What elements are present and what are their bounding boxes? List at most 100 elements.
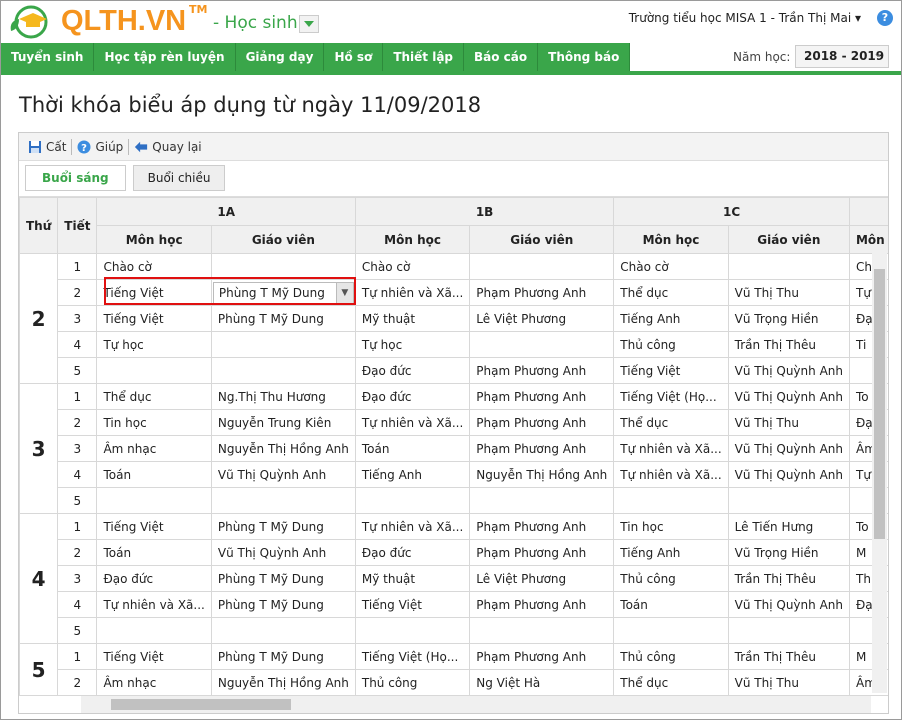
subject-cell[interactable]: Tự học [96, 331, 212, 358]
subject-cell[interactable]: Thể dục [613, 409, 729, 436]
subject-cell[interactable]: Tiếng Việt [96, 643, 212, 670]
teacher-cell[interactable]: Phùng T Mỹ Dung [210, 565, 356, 592]
teacher-cell[interactable]: Phạm Phương Anh [469, 539, 615, 566]
subject-cell[interactable]: Tiếng Việt [96, 279, 212, 306]
teacher-cell[interactable]: Phạm Phương Anh [469, 409, 615, 436]
subject-cell[interactable] [354, 617, 471, 644]
teacher-cell[interactable] [469, 253, 615, 280]
teacher-cell[interactable]: Phạm Phương Anh [469, 643, 615, 670]
subject-cell[interactable]: Tự nhiên và Xã... [96, 591, 212, 618]
subject-cell[interactable]: Thể dục [613, 279, 729, 306]
teacher-cell[interactable]: Phạm Phương Anh [469, 435, 615, 462]
subject-cell[interactable]: Đạo đức [354, 383, 471, 410]
teacher-cell[interactable]: Vũ Thị Quỳnh Anh [727, 435, 850, 462]
subject-cell[interactable]: Tự nhiên và Xã... [354, 279, 471, 306]
teacher-cell[interactable]: Vũ Thị Quỳnh Anh [727, 357, 850, 384]
subject-cell[interactable]: Toán [613, 591, 729, 618]
teacher-cell[interactable]: Nguyễn Thị Hồng Anh [210, 669, 356, 696]
teacher-cell[interactable]: Phạm Phương Anh [469, 513, 615, 540]
teacher-cell[interactable]: Trần Thị Thêu [727, 331, 850, 358]
subject-cell[interactable]: Tin học [613, 513, 729, 540]
subject-cell[interactable]: Thể dục [613, 669, 729, 696]
subject-cell[interactable]: Chào cờ [96, 253, 212, 280]
year-select[interactable]: 2018 - 2019 [795, 43, 889, 68]
subject-cell[interactable]: Tiếng Việt [354, 591, 471, 618]
teacher-cell[interactable]: Vũ Thị Thu [727, 279, 850, 306]
subject-cell[interactable]: Tiếng Anh [354, 461, 471, 488]
teacher-cell[interactable] [727, 617, 850, 644]
school-user-menu[interactable]: Trường tiểu học MISA 1 - Trần Thị Mai ▾ [629, 11, 861, 25]
subject-cell[interactable]: Đạo đức [354, 357, 471, 384]
teacher-cell[interactable]: Phùng T Mỹ Dung [210, 643, 356, 670]
subject-cell[interactable]: Tiếng Anh [613, 539, 729, 566]
teacher-cell[interactable]: Vũ Thị Quỳnh Anh [210, 461, 356, 488]
teacher-cell[interactable]: Phùng T Mỹ Dung [210, 305, 356, 332]
teacher-cell[interactable]: Vũ Thị Quỳnh Anh [727, 383, 850, 410]
teacher-cell[interactable] [210, 253, 356, 280]
subject-cell[interactable]: Tiếng Việt [96, 305, 212, 332]
help-icon[interactable]: ? [877, 10, 893, 26]
teacher-cell[interactable] [727, 253, 850, 280]
horizontal-scrollbar[interactable] [81, 696, 871, 713]
subject-cell[interactable] [354, 487, 471, 514]
nav-item[interactable]: Thông báo [538, 43, 631, 71]
subject-cell[interactable]: Tiếng Việt [613, 357, 729, 384]
subject-cell[interactable]: Mỹ thuật [354, 565, 471, 592]
scroll-thumb[interactable] [874, 269, 885, 539]
chevron-down-icon[interactable]: ▼ [335, 282, 353, 303]
teacher-cell[interactable]: Nguyễn Trung Kiên [210, 409, 356, 436]
vertical-scrollbar[interactable] [872, 253, 887, 693]
nav-item[interactable]: Tuyển sinh [1, 43, 95, 71]
teacher-combobox[interactable]: Phùng T Mỹ Dung ▼ [212, 281, 354, 304]
subject-cell[interactable]: Tự nhiên và Xã... [613, 435, 729, 462]
subject-cell[interactable]: Âm nhạc [96, 669, 212, 696]
teacher-cell[interactable]: Vũ Thị Thu [727, 409, 850, 436]
nav-item[interactable]: Báo cáo [464, 43, 539, 71]
teacher-cell[interactable]: Vũ Thị Quỳnh Anh [727, 461, 850, 488]
subject-cell[interactable]: Thể dục [96, 383, 212, 410]
teacher-cell[interactable] [210, 487, 356, 514]
nav-item[interactable]: Thiết lập [383, 43, 465, 71]
subject-cell[interactable]: Tự nhiên và Xã... [354, 409, 471, 436]
teacher-cell[interactable]: Lê Tiến Hưng [727, 513, 850, 540]
subject-cell[interactable]: Toán [96, 461, 212, 488]
subject-cell[interactable]: Tự học [354, 331, 471, 358]
teacher-cell[interactable] [210, 357, 356, 384]
subject-cell[interactable]: Thủ công [354, 669, 471, 696]
subject-cell[interactable]: Tự nhiên và Xã... [354, 513, 471, 540]
teacher-cell[interactable] [210, 331, 356, 358]
subject-cell[interactable]: Đạo đức [354, 539, 471, 566]
subject-cell[interactable]: Chào cờ [613, 253, 729, 280]
subject-cell[interactable] [613, 617, 729, 644]
nav-item[interactable]: Giảng dạy [235, 43, 325, 71]
teacher-cell[interactable]: Vũ Thị Quỳnh Anh [210, 539, 356, 566]
teacher-cell[interactable]: Phạm Phương Anh [469, 279, 615, 306]
subject-cell[interactable]: Tiếng Việt (Họ... [613, 383, 729, 410]
tab-morning[interactable]: Buổi sáng [25, 165, 126, 191]
teacher-cell[interactable]: Vũ Thị Quỳnh Anh [727, 591, 850, 618]
teacher-cell[interactable]: Lê Việt Phương [469, 565, 615, 592]
teacher-cell[interactable]: Trần Thị Thêu [727, 565, 850, 592]
subject-cell[interactable]: Âm nhạc [96, 435, 212, 462]
teacher-cell[interactable]: Trần Thị Thêu [727, 643, 850, 670]
save-button[interactable]: Cất [23, 140, 71, 154]
role-dropdown[interactable] [299, 15, 319, 33]
teacher-cell-editing[interactable]: Phùng T Mỹ Dung ▼ [210, 279, 356, 306]
subject-cell[interactable] [96, 487, 212, 514]
teacher-cell[interactable]: Nguyễn Thị Hồng Anh [210, 435, 356, 462]
subject-cell[interactable]: Đạo đức [96, 565, 212, 592]
teacher-cell[interactable] [469, 331, 615, 358]
teacher-cell[interactable]: Phạm Phương Anh [469, 357, 615, 384]
subject-cell[interactable] [96, 357, 212, 384]
teacher-cell[interactable]: Phùng T Mỹ Dung [210, 591, 356, 618]
subject-cell[interactable]: Tiếng Anh [613, 305, 729, 332]
teacher-cell[interactable]: Vũ Trọng Hiền [727, 539, 850, 566]
teacher-cell[interactable]: Ng Việt Hà [469, 669, 615, 696]
subject-cell[interactable]: Chào cờ [354, 253, 471, 280]
subject-cell[interactable]: Tiếng Việt [96, 513, 212, 540]
help-button[interactable]: ? Giúp [72, 140, 128, 154]
teacher-cell[interactable]: Ng.Thị Thu Hương [210, 383, 356, 410]
subject-cell[interactable] [96, 617, 212, 644]
teacher-cell[interactable]: Phạm Phương Anh [469, 591, 615, 618]
nav-item[interactable]: Học tập rèn luyện [94, 43, 236, 71]
